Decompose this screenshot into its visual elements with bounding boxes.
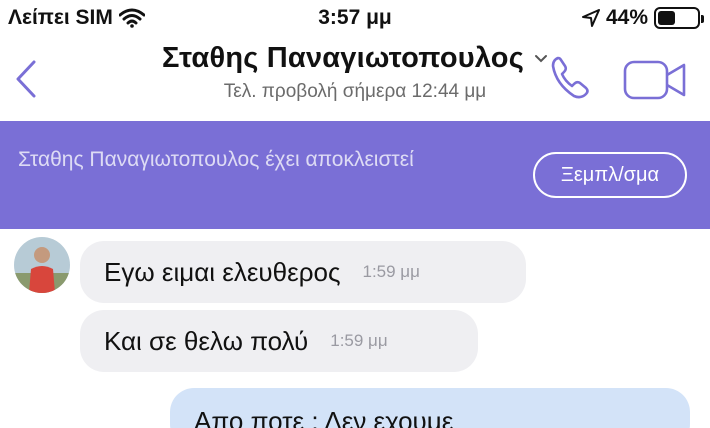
phone-icon[interactable] <box>548 54 596 102</box>
contact-photo <box>14 237 70 293</box>
battery-level <box>658 11 675 25</box>
blocked-banner: Σταθης Παναγιωτοπουλος έχει αποκλειστεί … <box>0 121 710 229</box>
message-bubble-outgoing[interactable]: Απο ποτε : Δεν εχουμε <box>170 388 690 428</box>
message-text: Εγω ειμαι ελευθερος <box>104 256 341 287</box>
message-bubble[interactable]: Και σε θελω πολύ 1:59 μμ <box>80 310 478 372</box>
contact-name[interactable]: Σταθης Παναγιωτοπουλος <box>162 42 548 75</box>
chevron-down-icon <box>535 54 547 62</box>
message-text: Και σε θελω πολύ <box>104 325 309 356</box>
title-area[interactable]: Σταθης Παναγιωτοπουλος Τελ. προβολή σήμε… <box>0 42 710 103</box>
video-camera-icon[interactable] <box>622 58 688 102</box>
status-right: 44% <box>581 6 704 30</box>
location-arrow-icon <box>581 9 600 27</box>
status-bar: Λείπει SIM 3:57 μμ 44% <box>0 0 710 36</box>
message-text: Απο ποτε : Δεν εχουμε <box>194 406 454 428</box>
chat-header: Σταθης Παναγιωτοπουλος Τελ. προβολή σήμε… <box>0 36 710 121</box>
blocked-message: Σταθης Παναγιωτοπουλος έχει αποκλειστεί <box>18 148 414 171</box>
contact-name-text: Σταθης Παναγιωτοπουλος <box>161 42 524 74</box>
message-bubble[interactable]: Εγω ειμαι ελευθερος 1:59 μμ <box>80 241 526 303</box>
avatar[interactable] <box>14 237 70 293</box>
message-time: 1:59 μμ <box>362 262 420 281</box>
last-seen: Τελ. προβολή σήμερα 12:44 μμ <box>223 81 487 102</box>
unblock-button[interactable]: Ξεμπλ/σμα <box>533 152 687 198</box>
battery-percent: 44% <box>605 6 648 29</box>
battery-icon <box>654 7 704 29</box>
message-time: 1:59 μμ <box>330 331 388 350</box>
